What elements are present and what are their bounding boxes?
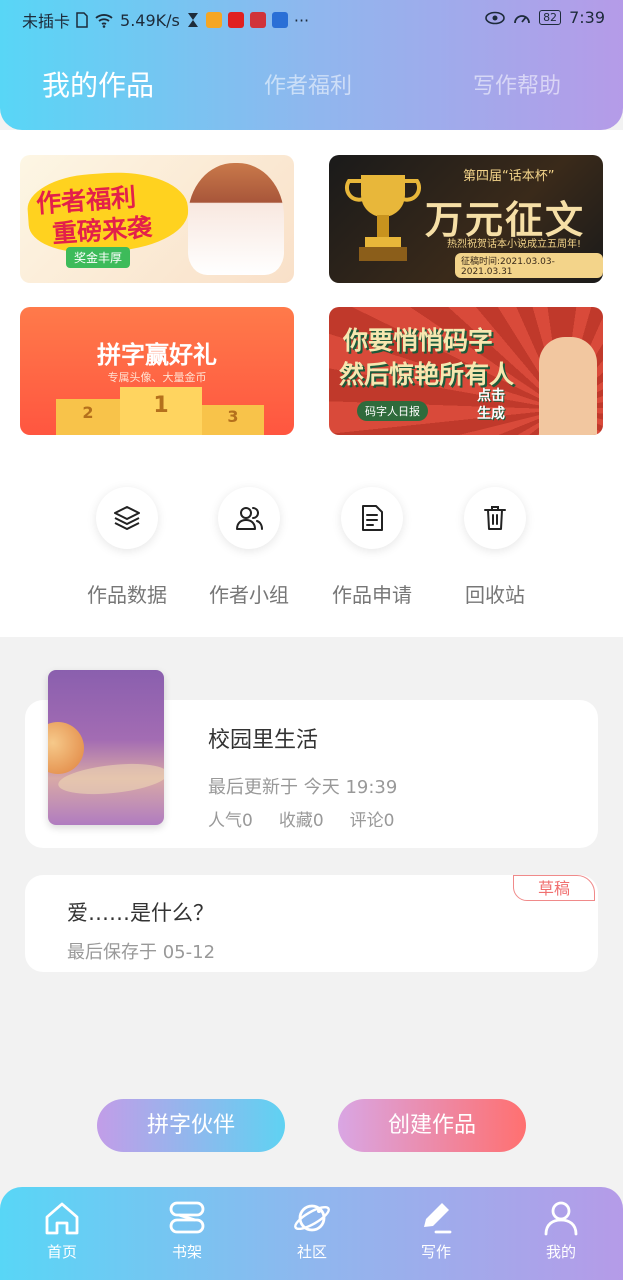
- quick-actions: 作品数据 作者小组 作品申请 回收站: [0, 437, 623, 637]
- wifi-icon: [95, 14, 113, 28]
- work-stats: 人气0 收藏0 评论0: [208, 806, 394, 831]
- tab-writing-help[interactable]: 写作帮助: [473, 68, 561, 100]
- quick-action-work-application[interactable]: 作品申请: [312, 487, 432, 608]
- eye-icon: [485, 11, 505, 24]
- quick-action-label: 作品申请: [332, 583, 412, 607]
- banner-4-tag: 码字人日报: [357, 401, 428, 421]
- nav-item-profile[interactable]: 我的: [521, 1199, 601, 1262]
- draft-title[interactable]: 爱……是什么？: [67, 897, 214, 927]
- banner-grid: 作者福利 重磅来袭 奖金丰厚 第四届“话本杯” 万元征文 热烈祝贺话本小说成立五…: [0, 130, 623, 437]
- work-cover-image[interactable]: [48, 670, 164, 825]
- layers-icon: [114, 506, 140, 530]
- quick-action-circle: [464, 487, 526, 549]
- anime-girl-illustration: [188, 163, 284, 275]
- quick-action-label: 作品数据: [87, 583, 167, 607]
- pen-icon: [424, 1203, 452, 1234]
- banner-3-sub: 专属头像、大量金币: [107, 371, 207, 384]
- banner-2-top: 第四届“话本杯”: [463, 169, 555, 184]
- top-tabs: 我的作品 作者福利 写作帮助: [0, 68, 623, 108]
- banner-1-tag: 奖金丰厚: [66, 247, 131, 268]
- app-icon-orange: [205, 12, 222, 28]
- quick-action-circle: [341, 487, 403, 549]
- work-favorites: 收藏0: [278, 811, 324, 831]
- create-work-button[interactable]: 创建作品: [338, 1099, 526, 1152]
- tab-my-works[interactable]: 我的作品: [42, 64, 154, 104]
- banner-3-main: 拼字赢好礼: [97, 341, 217, 369]
- banner-4-line-1: 你要悄悄码字: [343, 326, 494, 355]
- banner-2-sub: 热烈祝贺话本小说成立五周年!: [447, 239, 582, 250]
- document-icon: [362, 505, 383, 531]
- work-comments: 评论0: [349, 811, 395, 831]
- banner-2-date: 征稿时间:2021.03.03-2021.03.31: [455, 253, 603, 278]
- work-last-updated: 最后更新于 今天 19:39: [208, 777, 398, 798]
- nav-label: 写作: [420, 1243, 451, 1261]
- nav-label: 社区: [296, 1243, 327, 1261]
- more-indicator: ···: [293, 10, 310, 30]
- quick-action-author-group[interactable]: 作者小组: [189, 487, 309, 608]
- nav-item-bookshelf[interactable]: 书架: [147, 1199, 227, 1262]
- quick-action-recycle-bin[interactable]: 回收站: [435, 487, 555, 608]
- quick-action-work-data[interactable]: 作品数据: [67, 487, 187, 608]
- podium-2: 2: [56, 399, 120, 435]
- quick-action-circle: [218, 487, 280, 549]
- nav-label: 我的: [545, 1243, 576, 1261]
- banner-author-benefits[interactable]: 作者福利 重磅来袭 奖金丰厚: [20, 155, 294, 283]
- bottom-nav: 首页 书架 社区 写作 我的: [0, 1187, 623, 1280]
- home-icon: [45, 1202, 79, 1235]
- carrier-text: 未插卡: [22, 12, 71, 31]
- cover-moon: [48, 722, 84, 774]
- hourglass-icon: [187, 13, 198, 27]
- banner-daily-writer[interactable]: 你要悄悄码字 然后惊艳所有人 码字人日报 点击生成: [329, 307, 603, 435]
- writing-partner-button[interactable]: 拼字伙伴: [97, 1099, 285, 1152]
- status-bar: 未插卡 5.49K/s ··· 82 7:39: [0, 0, 623, 36]
- nav-item-community[interactable]: 社区: [272, 1199, 352, 1262]
- podium-3: 3: [202, 405, 264, 435]
- speedometer-icon: [514, 14, 530, 23]
- nav-label: 首页: [46, 1243, 77, 1261]
- nav-label: 书架: [171, 1243, 202, 1261]
- planet-icon: [294, 1204, 330, 1232]
- sim-icon: [76, 12, 88, 28]
- podium-1: 1: [120, 387, 202, 435]
- work-title[interactable]: 校园里生活: [208, 722, 318, 754]
- network-speed: 5.49K/s: [120, 10, 180, 30]
- trash-icon: [484, 506, 506, 530]
- draft-badge: 草稿: [513, 875, 595, 901]
- trophy-icon: [345, 175, 421, 261]
- banner-4-cta: 点击生成: [477, 388, 505, 422]
- nav-item-write[interactable]: 写作: [396, 1199, 476, 1262]
- work-popularity: 人气0: [208, 811, 253, 831]
- quick-action-label: 回收站: [465, 583, 525, 607]
- banner-4-line-2: 然后惊艳所有人: [339, 360, 515, 389]
- bookshelf-icon: [169, 1201, 205, 1234]
- users-icon: [236, 507, 263, 530]
- header: 未插卡 5.49K/s ··· 82 7:39 我的作品 作者福利 写作帮助: [0, 0, 623, 130]
- app-icon-k: [227, 12, 244, 28]
- banner-1-line-2: 重磅来袭: [51, 212, 154, 249]
- nav-item-home[interactable]: 首页: [22, 1199, 102, 1262]
- profile-icon: [544, 1201, 578, 1236]
- banner-typing-prize[interactable]: 拼字赢好礼 专属头像、大量金币 2 1 3: [20, 307, 294, 435]
- fist-illustration: [539, 337, 597, 435]
- tab-author-benefits[interactable]: 作者福利: [264, 68, 352, 100]
- banner-writing-contest[interactable]: 第四届“话本杯” 万元征文 热烈祝贺话本小说成立五周年! 征稿时间:2021.0…: [329, 155, 603, 283]
- quick-action-circle: [96, 487, 158, 549]
- draft-last-saved: 最后保存于 05-12: [67, 942, 216, 963]
- quick-action-label: 作者小组: [209, 583, 289, 607]
- app-icon-blue: [271, 12, 288, 28]
- battery-indicator: 82: [539, 10, 562, 25]
- clock: 7:39: [569, 8, 605, 27]
- app-icon-red: [249, 12, 266, 28]
